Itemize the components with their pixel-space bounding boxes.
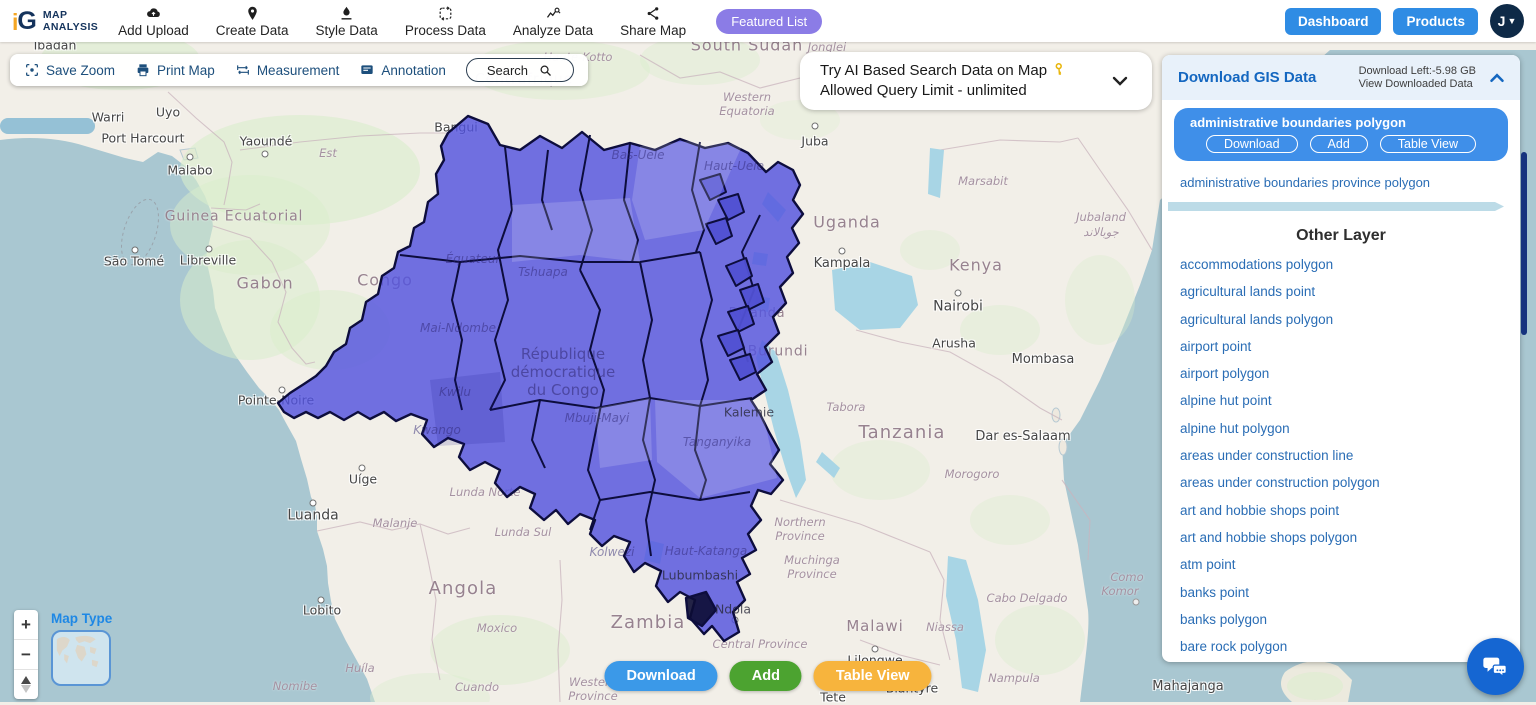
layer-link[interactable]: accommodations polygon — [1180, 251, 1520, 278]
zoom-out-button[interactable]: − — [14, 640, 38, 670]
ink-drop-icon — [341, 6, 352, 20]
layer-link[interactable]: art and hobbie shops polygon — [1180, 524, 1520, 551]
user-avatar[interactable]: J ▼ — [1490, 4, 1524, 38]
download-gis-panel: Download GIS Data Download Left:-5.98 GB… — [1162, 55, 1520, 662]
bottom-action-bar: Download Add Table View — [604, 661, 932, 691]
key-icon — [1051, 61, 1067, 77]
download-left-text: Download Left:-5.98 GB — [1358, 65, 1476, 77]
focus-icon — [26, 64, 38, 76]
panel-header: Download GIS Data Download Left:-5.98 GB… — [1162, 55, 1520, 100]
dashboard-button[interactable]: Dashboard — [1284, 7, 1382, 35]
download-meta: Download Left:-5.98 GB View Downloaded D… — [1359, 65, 1476, 90]
selected-layer-name: administrative boundaries polygon — [1190, 115, 1406, 130]
horizontal-scrollbar[interactable] — [1168, 202, 1504, 211]
layer-link[interactable]: areas under construction line — [1180, 442, 1520, 469]
main-nav: Add Upload Create Data Style Data Proces… — [118, 5, 686, 38]
zoom-in-button[interactable]: + — [14, 610, 38, 640]
layer-link[interactable]: airport point — [1180, 333, 1520, 360]
selected-layer-action-button[interactable]: Add — [1309, 135, 1368, 153]
layer-link[interactable]: art and hobbie shops point — [1180, 497, 1520, 524]
map-type-control: Map Type — [51, 611, 112, 686]
ai-search-banner[interactable]: Try AI Based Search Data on Map Allowed … — [800, 52, 1152, 110]
add-button[interactable]: Add — [729, 661, 802, 691]
collapse-panel-icon[interactable] — [1486, 67, 1508, 89]
navbar-right: Dashboard Products J ▼ — [1284, 4, 1524, 38]
nav-style-data[interactable]: Style Data — [316, 5, 378, 38]
featured-list-button[interactable]: Featured List — [716, 8, 823, 34]
layer-link[interactable]: banks point — [1180, 579, 1520, 606]
nav-create-data[interactable]: Create Data — [216, 5, 289, 38]
panel-title: Download GIS Data — [1178, 69, 1317, 86]
measure-icon — [236, 65, 249, 75]
pan-control[interactable] — [14, 670, 38, 699]
dashed-box-icon — [439, 5, 452, 21]
map-type-label: Map Type — [51, 611, 113, 626]
avatar-initial: J — [1497, 13, 1506, 29]
search-input[interactable]: Search — [465, 58, 574, 82]
layer-link-province[interactable]: administrative boundaries province polyg… — [1162, 161, 1520, 200]
chat-icon — [1482, 657, 1507, 678]
search-icon — [540, 65, 551, 76]
other-layer-title: Other Layer — [1296, 227, 1386, 244]
chat-fab-button[interactable] — [1467, 638, 1524, 695]
layer-link[interactable]: areas under construction polygon — [1180, 469, 1520, 496]
layer-link[interactable]: alpine hut polygon — [1180, 415, 1520, 442]
zoom-control: + − — [14, 610, 38, 699]
share-icon — [647, 6, 658, 20]
products-button[interactable]: Products — [1393, 7, 1478, 35]
annotation-button[interactable]: Annotation — [359, 62, 446, 78]
expand-ai-search-icon[interactable] — [1108, 69, 1132, 93]
printer-icon — [137, 64, 149, 77]
logo-text: MAP ANALYSIS — [42, 8, 99, 33]
horizontal-scrollbar-thumb[interactable] — [1168, 202, 1504, 211]
nav-add-upload[interactable]: Add Upload — [118, 5, 189, 38]
top-navbar: iG MAP ANALYSIS Add Upload Create Data St… — [0, 0, 1536, 42]
layer-link[interactable]: agricultural lands point — [1180, 278, 1520, 305]
vertical-scrollbar-thumb[interactable] — [1521, 152, 1527, 335]
layer-link[interactable]: banks polygon — [1180, 606, 1520, 633]
chevron-down-icon: ▼ — [1507, 16, 1517, 26]
app-logo[interactable]: iG MAP ANALYSIS — [12, 6, 99, 35]
selected-layer-card[interactable]: administrative boundaries polygon Downlo… — [1174, 108, 1508, 161]
note-icon — [361, 65, 374, 74]
selected-layer-action-button[interactable]: Download — [1205, 135, 1298, 153]
measurement-button[interactable]: Measurement — [235, 62, 339, 78]
world-thumbnail — [56, 635, 99, 668]
layer-link[interactable]: alpine hut point — [1180, 387, 1520, 414]
nav-analyze-data[interactable]: Analyze Data — [513, 5, 593, 38]
nav-process-data[interactable]: Process Data — [405, 5, 486, 38]
layer-link[interactable]: airport polygon — [1180, 360, 1520, 387]
chart-magnifier-icon — [546, 7, 560, 18]
table-view-button[interactable]: Table View — [813, 661, 932, 691]
map-type-thumbnail[interactable] — [51, 630, 111, 686]
view-downloaded-link[interactable]: View Downloaded Data — [1359, 78, 1473, 90]
selected-layer-actions: Download Add Table View — [1174, 135, 1508, 153]
save-zoom-button[interactable]: Save Zoom — [24, 62, 115, 78]
selected-layer-action-button[interactable]: Table View — [1379, 135, 1477, 153]
pan-up-icon — [21, 676, 31, 684]
other-layer-list: accommodations polygon agricultural lands… — [1162, 251, 1520, 660]
print-map-button[interactable]: Print Map — [135, 62, 215, 78]
download-button[interactable]: Download — [604, 661, 718, 691]
pan-down-icon — [21, 685, 31, 693]
logo-mark: iG — [12, 6, 37, 35]
layer-link[interactable]: atm point — [1180, 551, 1520, 578]
map-pin-icon — [247, 6, 257, 20]
cloud-upload-icon — [147, 7, 160, 17]
map-toolbar: Save Zoom Print Map Measurement Annotati… — [10, 54, 588, 86]
layer-link[interactable]: agricultural lands polygon — [1180, 306, 1520, 333]
ai-banner-text: Try AI Based Search Data on Map Allowed … — [820, 61, 1067, 101]
nav-share-map[interactable]: Share Map — [620, 5, 686, 38]
